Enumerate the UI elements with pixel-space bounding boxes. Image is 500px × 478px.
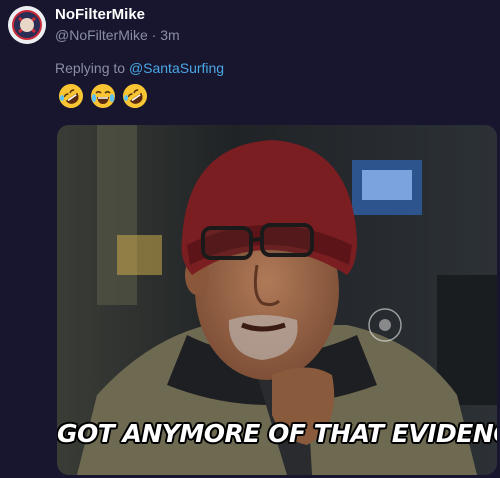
avatar-image [8, 6, 46, 44]
reply-context: Replying to @SantaSurfing [55, 60, 224, 76]
post-text-emojis [58, 83, 148, 109]
handle-row: @NoFilterMike · 3m [55, 27, 180, 43]
rolling-on-floor-laughing-icon [123, 84, 147, 108]
meme-caption: GOT ANYMORE OF THAT EVIDENCE? [57, 419, 497, 448]
timestamp[interactable]: 3m [160, 27, 179, 43]
reply-prefix: Replying to [55, 60, 126, 76]
reply-mention-link[interactable]: @SantaSurfing [129, 60, 224, 76]
separator-dot: · [151, 27, 161, 43]
rolling-on-floor-laughing-icon [59, 84, 83, 108]
avatar[interactable] [8, 6, 46, 44]
user-handle[interactable]: @NoFilterMike [55, 27, 148, 43]
attached-image[interactable]: GOT ANYMORE OF THAT EVIDENCE? [57, 125, 497, 475]
tears-of-joy-icon [91, 84, 115, 108]
display-name[interactable]: NoFilterMike [55, 6, 145, 23]
